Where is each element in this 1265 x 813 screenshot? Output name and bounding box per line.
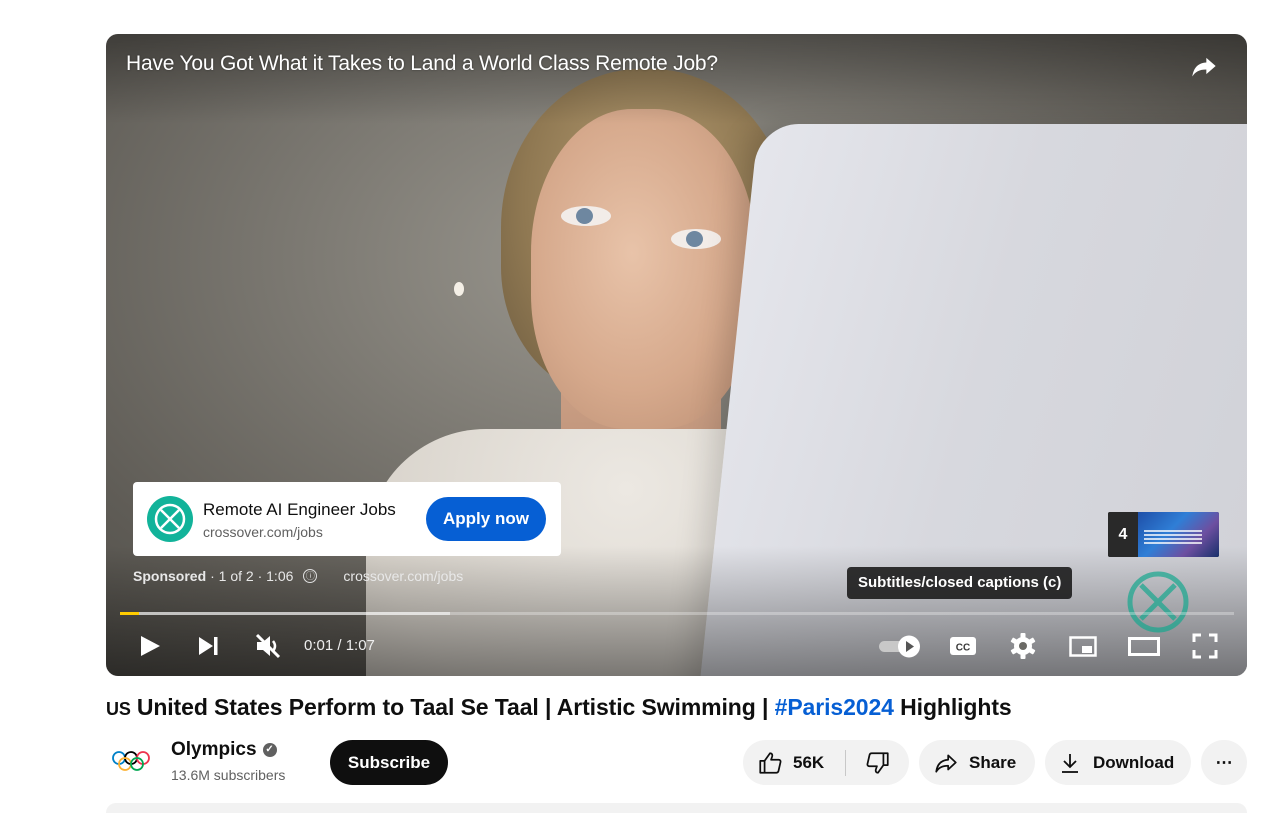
video-frame-eye	[561, 206, 611, 226]
subscribe-button[interactable]: Subscribe	[330, 740, 448, 785]
settings-gear-icon[interactable]	[1007, 630, 1039, 662]
preview-count: 4	[1108, 512, 1138, 557]
share-icon	[935, 754, 957, 773]
video-frame-eye	[671, 229, 721, 249]
like-button[interactable]: 56K	[743, 740, 845, 785]
preview-thumbnail	[1138, 512, 1219, 557]
title-suffix: Highlights	[893, 694, 1012, 720]
olympic-rings-icon[interactable]	[110, 745, 152, 777]
more-actions-button[interactable]: ⋯	[1201, 740, 1247, 785]
info-icon[interactable]: ⓘ	[303, 569, 318, 583]
fullscreen-icon[interactable]	[1189, 630, 1221, 662]
ad-position: · 1 of 2 · 1:06	[210, 568, 294, 584]
video-title: US United States Perform to Taal Se Taal …	[106, 694, 1012, 721]
progress-buffered	[120, 612, 450, 615]
hashtag-link[interactable]: #Paris2024	[775, 694, 894, 720]
next-video-preview[interactable]: 4	[1108, 512, 1219, 557]
description-panel[interactable]	[106, 803, 1247, 813]
video-player[interactable]: Have You Got What it Takes to Land a Wor…	[106, 34, 1247, 676]
more-icon: ⋯	[1215, 752, 1233, 772]
ad-card[interactable]: Remote AI Engineer Jobs crossover.com/jo…	[133, 482, 561, 556]
thumbs-down-icon	[866, 751, 889, 774]
channel-name[interactable]: Olympics ✓	[171, 739, 277, 761]
ad-domain[interactable]: crossover.com/jobs	[203, 524, 323, 540]
share-button[interactable]: Share	[919, 740, 1035, 785]
captions-icon[interactable]: CC	[947, 630, 979, 662]
channel-name-text[interactable]: Olympics	[171, 739, 257, 761]
flag-label: US	[106, 699, 131, 719]
crossover-watermark-icon[interactable]	[1126, 570, 1190, 634]
play-icon[interactable]	[136, 630, 164, 662]
like-count: 56K	[793, 752, 825, 772]
thumbs-up-icon	[759, 751, 782, 774]
captions-tooltip: Subtitles/closed captions (c)	[847, 567, 1073, 599]
miniplayer-icon[interactable]	[1067, 630, 1099, 662]
video-frame-earring	[454, 282, 464, 296]
download-label: Download	[1093, 752, 1175, 772]
share-arrow-icon[interactable]	[1189, 52, 1219, 80]
title-text: United States Perform to Taal Se Taal | …	[136, 694, 775, 720]
download-icon	[1062, 753, 1078, 773]
dislike-button[interactable]	[846, 740, 909, 785]
time-display: 0:01 / 1:07	[304, 637, 375, 654]
svg-text:CC: CC	[956, 643, 970, 654]
video-frame-face	[531, 109, 756, 429]
download-button[interactable]: Download	[1045, 740, 1191, 785]
sponsored-info: Sponsored · 1 of 2 · 1:06 ⓘ crossover.co…	[133, 568, 463, 584]
crossover-logo-icon	[147, 496, 193, 542]
top-gradient	[106, 34, 1247, 124]
theater-mode-icon[interactable]	[1127, 630, 1161, 662]
verified-badge-icon: ✓	[262, 743, 277, 757]
autoplay-toggle-icon[interactable]	[876, 630, 922, 662]
progress-played	[120, 612, 139, 615]
subscriber-count: 13.6M subscribers	[171, 767, 286, 783]
sponsored-label: Sponsored	[133, 568, 207, 584]
like-dislike-group: 56K	[743, 740, 909, 785]
ad-headline[interactable]: Remote AI Engineer Jobs	[203, 500, 396, 520]
next-icon[interactable]	[194, 630, 222, 662]
apply-now-button[interactable]: Apply now	[426, 497, 546, 541]
muted-volume-icon[interactable]	[252, 630, 284, 662]
share-label: Share	[969, 752, 1017, 772]
sponsored-link[interactable]: crossover.com/jobs	[343, 568, 463, 584]
ad-title[interactable]: Have You Got What it Takes to Land a Wor…	[126, 52, 718, 76]
progress-bar[interactable]	[120, 612, 1234, 615]
